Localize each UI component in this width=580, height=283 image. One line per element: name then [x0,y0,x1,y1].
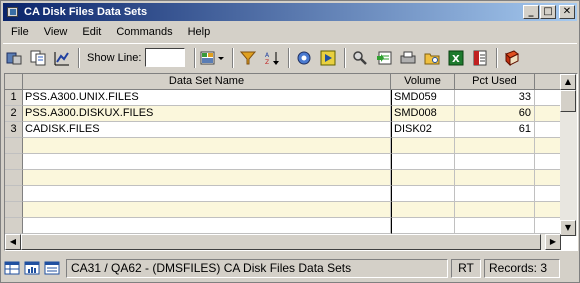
scroll-up-button[interactable]: ▲ [560,74,576,90]
filler-cell [535,122,561,138]
filler-cell [535,90,561,106]
pct-used-cell[interactable]: 33 [455,90,535,106]
column-header-filler [535,74,561,90]
print-icon[interactable] [397,47,419,69]
menu-help[interactable]: Help [180,26,218,38]
empty-row [5,202,561,218]
pct-used-cell[interactable]: 61 [455,122,535,138]
report-icon[interactable] [469,47,491,69]
pct-used-cell[interactable]: 60 [455,106,535,122]
maximize-button[interactable]: □ [540,5,556,19]
svg-text:X: X [452,54,460,65]
scroll-down-button[interactable]: ▼ [560,220,576,236]
edit-chart-icon[interactable] [51,47,73,69]
refresh-icon[interactable] [293,47,315,69]
table-row[interactable]: 1 PSS.A300.UNIX.FILES SMD059 33 [5,90,561,106]
status-context: CA31 / QA62 - (DMSFILES) CA Disk Files D… [66,258,448,278]
column-header-pct-used[interactable]: Pct Used [455,74,535,90]
form-view-icon[interactable] [43,260,61,276]
empty-row [5,218,561,234]
dataset-name-cell[interactable]: PSS.A300.UNIX.FILES [23,90,391,106]
layout-dropdown-icon[interactable] [199,47,227,69]
row-number: 1 [5,90,23,106]
find-icon[interactable] [349,47,371,69]
dataset-name-cell[interactable]: PSS.A300.DISKUX.FILES [23,106,391,122]
main-window: CA Disk Files Data Sets _ □ ✕ File View … [0,0,580,283]
empty-row [5,138,561,154]
grid-view-icon[interactable] [3,260,21,276]
svg-text:A: A [265,52,270,59]
status-records: Records: 3 [484,258,560,278]
export-excel-icon[interactable] [373,47,395,69]
corner-header [5,74,23,90]
window-controls: _ □ ✕ [522,5,575,19]
menu-file[interactable]: File [3,26,36,38]
app-icon [6,5,20,19]
scroll-left-button[interactable]: ◀ [5,234,21,250]
row-number: 3 [5,122,23,138]
menu-bar: File View Edit Commands Help [3,23,217,41]
table-row[interactable]: 3 CADISK.FILES DISK02 61 [5,122,561,138]
show-line-input[interactable] [145,48,186,67]
table-row[interactable]: 2 PSS.A300.DISKUX.FILES SMD008 60 [5,106,561,122]
toolbar-separator [344,47,347,68]
volume-cell[interactable]: SMD008 [391,106,455,122]
toolbar-separator [78,47,80,68]
toolbar-separator [232,47,235,68]
toolbar-separator [194,47,197,68]
window-title: CA Disk Files Data Sets [24,6,148,18]
open-folder-icon[interactable] [421,47,443,69]
empty-row [5,154,561,170]
filler-cell [535,106,561,122]
vertical-scroll-thumb[interactable] [560,90,576,112]
column-header-volume[interactable]: Volume [391,74,455,90]
volume-cell[interactable]: SMD059 [391,90,455,106]
horizontal-scrollbar[interactable]: ◀ ▶ [5,234,561,250]
toolbar: Show Line: AZ X [3,43,577,71]
scroll-right-button[interactable]: ▶ [545,234,561,250]
empty-row [5,170,561,186]
copy-icon[interactable] [27,47,49,69]
column-header-name[interactable]: Data Set Name [23,74,391,90]
excel-icon[interactable]: X [445,47,467,69]
run-icon[interactable] [317,47,339,69]
help-book-icon[interactable] [501,47,523,69]
filter-icon[interactable] [237,47,259,69]
svg-text:Z: Z [265,59,269,66]
close-button[interactable]: ✕ [559,5,575,19]
menu-edit[interactable]: Edit [74,26,108,38]
status-mode: RT [451,258,481,278]
vertical-scrollbar[interactable]: ▲ ▼ [560,74,577,236]
minimize-button[interactable]: _ [523,5,539,19]
title-bar: CA Disk Files Data Sets _ □ ✕ [3,3,577,21]
dataset-name-cell[interactable]: CADISK.FILES [23,122,391,138]
row-number: 2 [5,106,23,122]
menu-commands[interactable]: Commands [108,26,179,38]
toolbar-separator [496,47,499,68]
menu-view[interactable]: View [36,26,75,38]
status-bar: CA31 / QA62 - (DMSFILES) CA Disk Files D… [3,257,577,279]
chart-view-icon[interactable] [23,260,41,276]
volume-cell[interactable]: DISK02 [391,122,455,138]
horizontal-scroll-thumb[interactable] [21,234,541,250]
connect-icon[interactable] [3,47,25,69]
toolbar-separator [288,47,291,68]
data-grid: Data Set Name Volume Pct Used 1 PSS.A300… [4,73,578,251]
show-line-label: Show Line: [87,51,142,64]
empty-row [5,186,561,202]
sort-icon[interactable]: AZ [261,47,283,69]
